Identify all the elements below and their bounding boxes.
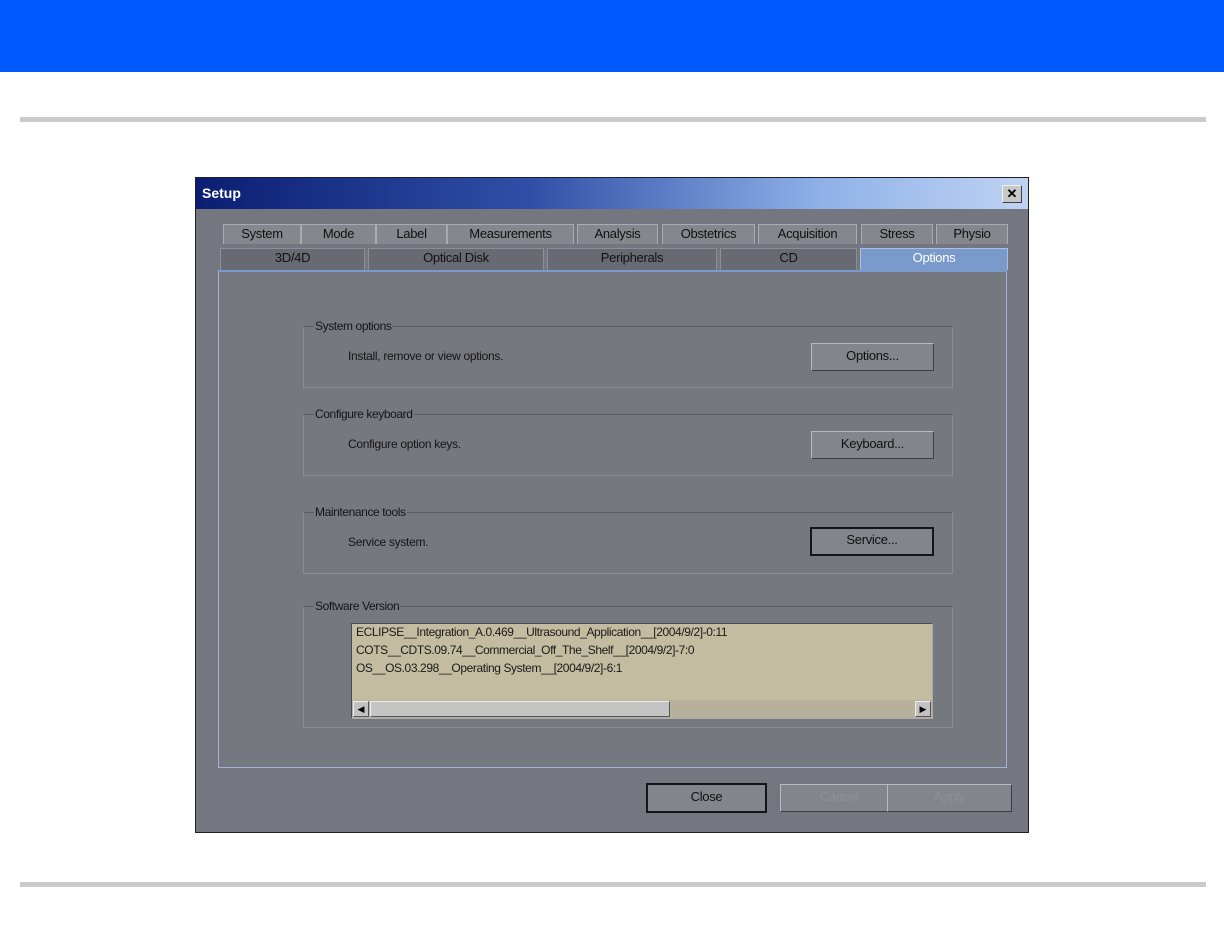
tab-cd[interactable]: CD xyxy=(720,248,857,270)
tab-stress[interactable]: Stress xyxy=(861,224,933,244)
group-description: Service system. xyxy=(348,535,429,549)
tab-3d4d[interactable]: 3D/4D xyxy=(220,248,365,270)
version-line: COTS__CDTS.09.74__Commercial_Off_The_She… xyxy=(356,643,695,657)
close-button[interactable]: Close xyxy=(646,783,767,813)
top-banner xyxy=(0,0,1224,72)
system-options-group: System options Install, remove or view o… xyxy=(303,319,953,388)
tab-obstetrics[interactable]: Obstetrics xyxy=(662,224,755,244)
tab-label[interactable]: Label xyxy=(376,224,447,244)
horizontal-scrollbar[interactable]: ◀ ▶ xyxy=(352,700,932,718)
tab-measurements[interactable]: Measurements xyxy=(447,224,574,244)
tab-peripherals[interactable]: Peripherals xyxy=(547,248,717,270)
group-legend: Software Version xyxy=(314,599,401,613)
version-line: OS__OS.03.298__Operating System__[2004/9… xyxy=(356,661,623,675)
top-divider xyxy=(20,117,1206,122)
service-button[interactable]: Service... xyxy=(810,527,934,556)
scroll-thumb[interactable] xyxy=(370,701,670,717)
cancel-button[interactable]: Cancel xyxy=(780,784,898,812)
software-version-group: Software Version ECLIPSE__Integration_A.… xyxy=(303,599,953,728)
dialog-title: Setup xyxy=(202,185,241,201)
group-legend: Maintenance tools xyxy=(314,505,407,519)
close-icon[interactable]: ✕ xyxy=(1002,185,1022,203)
options-tab-panel: System options Install, remove or view o… xyxy=(218,270,1007,768)
dialog-titlebar[interactable]: Setup ✕ xyxy=(196,178,1028,209)
maintenance-tools-group: Maintenance tools Service system. Servic… xyxy=(303,505,953,574)
tab-mode[interactable]: Mode xyxy=(301,224,376,244)
tab-options[interactable]: Options xyxy=(860,248,1008,270)
tab-acquisition[interactable]: Acquisition xyxy=(758,224,857,244)
scroll-right-arrow-icon[interactable]: ▶ xyxy=(915,701,931,717)
group-description: Configure option keys. xyxy=(348,437,461,451)
apply-button[interactable]: Apply xyxy=(887,784,1012,812)
configure-keyboard-group: Configure keyboard Configure option keys… xyxy=(303,407,953,476)
scroll-left-arrow-icon[interactable]: ◀ xyxy=(353,701,369,717)
options-button[interactable]: Options... xyxy=(811,343,934,371)
tab-analysis[interactable]: Analysis xyxy=(577,224,658,244)
group-description: Install, remove or view options. xyxy=(348,349,504,363)
version-line: ECLIPSE__Integration_A.0.469__Ultrasound… xyxy=(356,625,728,639)
tab-optical-disk[interactable]: Optical Disk xyxy=(368,248,544,270)
tab-physio[interactable]: Physio xyxy=(936,224,1008,244)
software-version-list[interactable]: ECLIPSE__Integration_A.0.469__Ultrasound… xyxy=(351,623,933,719)
keyboard-button[interactable]: Keyboard... xyxy=(811,431,934,459)
group-legend: Configure keyboard xyxy=(314,407,414,421)
tab-system[interactable]: System xyxy=(223,224,301,244)
setup-dialog: Setup ✕ System Mode Label Measurements A… xyxy=(195,177,1029,833)
bottom-divider xyxy=(20,882,1206,887)
group-legend: System options xyxy=(314,319,393,333)
